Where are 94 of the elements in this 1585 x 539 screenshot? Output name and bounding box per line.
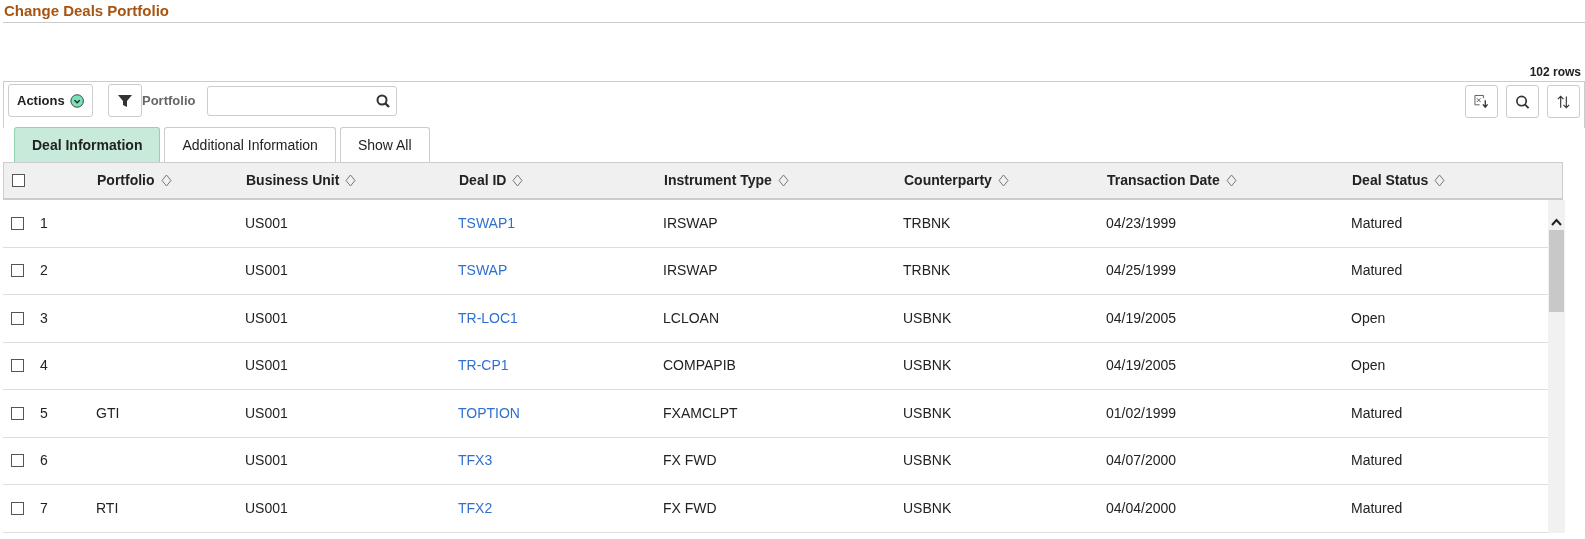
table-cell-text: GTI (96, 403, 120, 423)
tab[interactable]: Additional Information (164, 127, 336, 162)
table-cell-text: Matured (1351, 403, 1403, 423)
sort-icon (997, 174, 1009, 187)
sort-icon (1225, 174, 1237, 187)
tab[interactable]: Show All (339, 127, 430, 162)
table-cell-text: 04/25/1999 (1106, 261, 1177, 281)
row-number: 1 (40, 213, 48, 233)
deal-id-link[interactable]: TOPTION (458, 402, 520, 424)
sort-icon (345, 174, 357, 187)
row-number: 5 (40, 403, 48, 423)
row-checkbox[interactable] (11, 454, 24, 468)
row-number: 3 (40, 308, 48, 328)
sort-icon (160, 174, 172, 187)
table-cell-text: COMPAPIB (663, 356, 736, 376)
row-number: 2 (40, 261, 48, 281)
column-header[interactable]: Deal Status (1352, 170, 1429, 191)
up-down-arrows-icon (1556, 93, 1571, 110)
funnel-icon (117, 92, 133, 109)
table-cell-text: FXAMCLPT (663, 403, 738, 423)
row-checkbox[interactable] (11, 359, 24, 373)
table-cell-text: LCLOAN (663, 308, 720, 328)
page-title: Change Deals Portfolio (4, 2, 171, 20)
column-header[interactable]: Counterparty (904, 170, 992, 191)
table-cell-text: TRBNK (903, 261, 951, 281)
search-icon (1515, 93, 1530, 110)
deal-id-link[interactable]: TR-LOC1 (458, 307, 518, 329)
chevron-circle-icon (69, 92, 84, 109)
table-cell-text: 04/23/1999 (1106, 213, 1177, 233)
deal-id-link[interactable]: TFX2 (458, 497, 493, 519)
table-cell-text: USBNK (903, 451, 952, 471)
table-cell-text: USBNK (903, 403, 952, 423)
table-cell-text: FX FWD (663, 451, 717, 471)
deal-id-link[interactable]: TFX3 (458, 450, 493, 472)
actions-button[interactable]: Actions (8, 84, 93, 117)
table-cell-text: TRBNK (903, 213, 951, 233)
scroll-up-icon[interactable] (1551, 218, 1562, 226)
table-cell-text: 04/19/2005 (1106, 356, 1177, 376)
sort-button[interactable] (1547, 85, 1580, 118)
column-header[interactable]: Business Unit (246, 170, 340, 191)
row-number: 7 (40, 498, 48, 518)
portfolio-search-field[interactable] (207, 85, 398, 116)
table-cell-text: Open (1351, 356, 1386, 376)
table-cell-text: US001 (245, 308, 288, 328)
column-header[interactable]: Deal ID (459, 170, 507, 191)
tab[interactable]: Deal Information (14, 127, 161, 162)
table-cell-text: Matured (1351, 498, 1403, 518)
row-checkbox[interactable] (11, 501, 24, 515)
sort-icon (777, 174, 789, 187)
table-cell-text: RTI (96, 498, 119, 518)
scrollbar[interactable] (1548, 200, 1565, 533)
row-checkbox[interactable] (11, 311, 24, 325)
table-cell-text: USBNK (903, 356, 952, 376)
table-cell-text: IRSWAP (663, 261, 718, 281)
sort-icon (1434, 174, 1446, 187)
table-cell-text: US001 (245, 498, 288, 518)
table-cell-text: 01/02/1999 (1106, 403, 1177, 423)
table-cell-text: FX FWD (663, 498, 717, 518)
table-cell-text: USBNK (903, 308, 952, 328)
export-button[interactable] (1465, 85, 1498, 118)
search-button[interactable] (1506, 85, 1539, 118)
row-checkbox[interactable] (11, 216, 24, 230)
row-number: 4 (40, 356, 48, 376)
table-cell-text: Matured (1351, 213, 1403, 233)
deal-id-link[interactable]: TSWAP1 (458, 212, 516, 234)
search-icon (376, 93, 391, 108)
table-cell-text: US001 (245, 403, 288, 423)
select-all-checkbox[interactable] (12, 174, 25, 187)
table-cell-text: Open (1351, 308, 1386, 328)
table-cell-text: US001 (245, 261, 288, 281)
spreadsheet-export-icon (1474, 93, 1489, 110)
filter-button[interactable] (108, 84, 142, 117)
table-cell-text: IRSWAP (663, 213, 718, 233)
table-cell-text: Matured (1351, 451, 1403, 471)
row-number: 6 (40, 451, 48, 471)
column-header[interactable]: Instrument Type (664, 170, 772, 191)
deal-id-link[interactable]: TSWAP (458, 260, 508, 282)
row-count: 102 rows (1529, 65, 1581, 79)
table-cell-text: USBNK (903, 498, 952, 518)
sort-icon (512, 174, 524, 187)
filter-label: Portfolio (142, 91, 196, 110)
table-cell-text: 04/19/2005 (1106, 308, 1177, 328)
table-cell-text: US001 (245, 451, 288, 471)
row-checkbox[interactable] (11, 406, 24, 420)
table-cell-text: US001 (245, 356, 288, 376)
scrollbar-thumb[interactable] (1549, 230, 1564, 312)
table-cell-text: US001 (245, 213, 288, 233)
column-header[interactable]: Transaction Date (1107, 170, 1220, 191)
table-cell-text: 04/04/2000 (1106, 498, 1177, 518)
deal-id-link[interactable]: TR-CP1 (458, 355, 509, 377)
row-checkbox[interactable] (11, 264, 24, 278)
table-cell-text: 04/07/2000 (1106, 451, 1177, 471)
column-header[interactable]: Portfolio (97, 170, 155, 191)
table-cell-text: Matured (1351, 261, 1403, 281)
